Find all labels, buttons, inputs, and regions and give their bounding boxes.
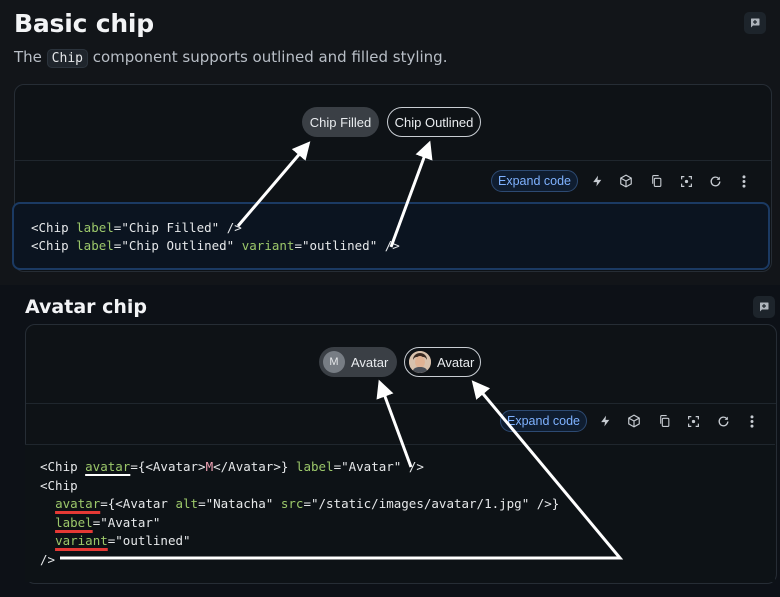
avatar-code-block[interactable]: <Chip avatar={<Avatar>M</Avatar>} label=…: [25, 444, 775, 582]
avatar-demo-preview: [26, 325, 776, 404]
code-tag: <Chip: [40, 459, 86, 474]
code-line-6: />: [40, 551, 56, 567]
avatar: M: [323, 351, 345, 373]
code-attr: variant: [241, 238, 295, 253]
code-value: ="/static/images/avatar/1.jpg": [303, 496, 530, 511]
code-value: ="Natacha": [198, 496, 281, 511]
code-attr-avatar: avatar: [85, 459, 131, 474]
code-tag: <Chip: [31, 220, 77, 235]
code-close: />: [377, 238, 400, 253]
reset-icon[interactable]: [705, 171, 725, 191]
code-brace: }: [280, 459, 296, 474]
code-line-1: <Chip label="Chip Filled" />: [31, 219, 768, 237]
code-tag: <Avatar: [115, 496, 176, 511]
basic-code-block[interactable]: <Chip label="Chip Filled" /> <Chip label=…: [12, 202, 770, 270]
code-close: />: [219, 220, 242, 235]
code-value: ="Avatar": [333, 459, 402, 474]
code-line-4: label="Avatar": [40, 514, 775, 533]
comment-add-icon[interactable]: [753, 296, 775, 318]
code-value: ="Avatar": [92, 514, 161, 530]
expand-code-button[interactable]: Expand code: [500, 410, 587, 432]
avatar-photo: [409, 351, 431, 373]
code-line-1: <Chip avatar={<Avatar>M</Avatar>} label=…: [40, 458, 775, 477]
bolt-icon[interactable]: [587, 171, 607, 191]
code-line-2: <Chip label="Chip Outlined" variant="out…: [31, 237, 768, 255]
more-vert-icon[interactable]: [734, 171, 754, 191]
basic-chip-description: The Chip component supports outlined and…: [14, 48, 448, 68]
code-attr-label: label: [55, 514, 93, 530]
bolt-icon[interactable]: [595, 411, 615, 431]
cube-icon[interactable]: [616, 171, 636, 191]
copy-icon[interactable]: [654, 411, 674, 431]
code-attr: label: [76, 238, 114, 253]
basic-chip-heading: Basic chip: [14, 9, 154, 38]
code-attr: label: [295, 459, 334, 474]
code-attr: label: [76, 220, 114, 235]
code-value: ="outlined": [107, 533, 191, 548]
inline-code-chip: Chip: [46, 49, 88, 68]
chip-outlined[interactable]: Chip Outlined: [387, 107, 481, 137]
code-tag: <Chip: [31, 238, 77, 253]
more-vert-icon[interactable]: [742, 411, 762, 431]
comment-add-icon[interactable]: [744, 12, 766, 34]
code-close: />}: [529, 496, 560, 511]
code-eq: ={: [130, 459, 146, 474]
code-tag: <Avatar>: [145, 459, 206, 474]
basic-chip-section: Basic chip The Chip component supports o…: [0, 0, 780, 285]
fullscreen-icon[interactable]: [676, 171, 696, 191]
chip-label: Avatar: [437, 354, 475, 370]
code-line-2: <Chip: [40, 477, 78, 493]
code-line-3: avatar={<Avatar alt="Natacha" src="/stat…: [40, 495, 775, 514]
code-letter: M: [205, 459, 214, 474]
reset-icon[interactable]: [713, 411, 733, 431]
code-line-5: variant="outlined": [40, 532, 775, 551]
copy-icon[interactable]: [646, 171, 666, 191]
code-attr-variant: variant: [55, 533, 108, 548]
chip-label: Avatar: [351, 354, 389, 370]
code-attr-avatar: avatar: [55, 496, 101, 511]
avatar-chip-heading: Avatar chip: [25, 296, 148, 318]
code-value: "outlined": [301, 238, 378, 253]
code-tag: </Avatar>: [213, 459, 281, 474]
cube-icon[interactable]: [624, 411, 644, 431]
desc-text-1: The: [14, 48, 47, 66]
code-value: "Chip Outlined": [121, 238, 235, 253]
expand-code-button[interactable]: Expand code: [491, 170, 578, 192]
code-eq: ={: [100, 496, 116, 511]
code-attr: src: [280, 496, 304, 511]
fullscreen-icon[interactable]: [683, 411, 703, 431]
code-close: />: [401, 459, 424, 474]
code-attr: alt: [175, 496, 199, 511]
desc-text-2: component supports outlined and filled s…: [87, 48, 448, 66]
chip-avatar-outlined[interactable]: Avatar: [404, 347, 481, 377]
code-eq: =: [294, 238, 302, 253]
code-value: "Chip Filled": [121, 220, 220, 235]
chip-avatar-filled[interactable]: M Avatar: [319, 347, 397, 377]
chip-filled[interactable]: Chip Filled: [302, 107, 379, 137]
